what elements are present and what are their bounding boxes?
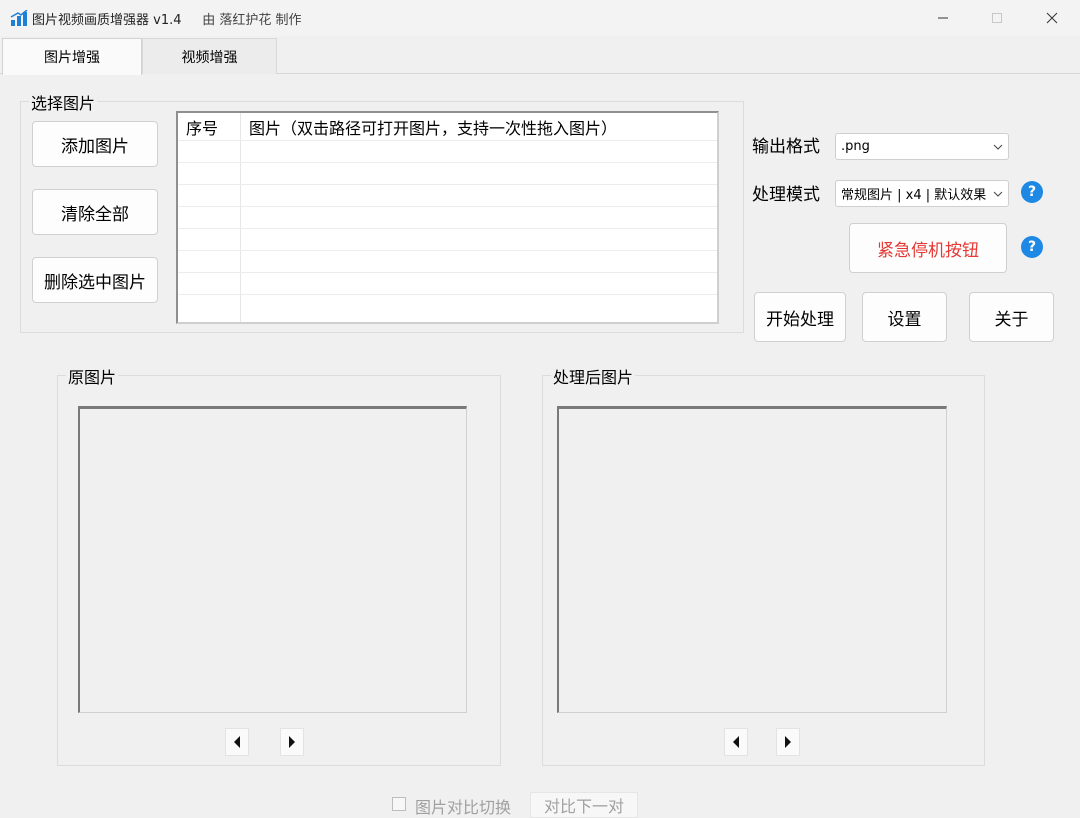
maximize-button[interactable] — [970, 0, 1024, 36]
app-icon — [10, 9, 28, 26]
maximize-icon — [992, 13, 1002, 23]
add-images-button[interactable]: 添加图片 — [32, 121, 158, 167]
original-prev-button[interactable] — [225, 728, 249, 756]
processing-mode-value: 常规图片 | x4 | 默认效果 — [841, 188, 987, 203]
emergency-stop-button[interactable]: 紧急停机按钮 — [849, 223, 1007, 273]
help-icon[interactable]: ? — [1021, 236, 1043, 258]
chevron-down-icon — [993, 181, 1003, 206]
table-row — [178, 162, 717, 163]
close-icon — [1046, 12, 1058, 24]
processing-mode-label: 处理模式 — [752, 185, 820, 205]
about-button[interactable]: 关于 — [969, 292, 1054, 342]
start-processing-button[interactable]: 开始处理 — [754, 292, 846, 342]
arrow-right-icon — [785, 736, 791, 748]
table-row — [178, 184, 717, 185]
table-row — [178, 206, 717, 207]
output-format-select[interactable]: .png — [835, 133, 1009, 160]
arrow-right-icon — [289, 736, 295, 748]
clear-all-button[interactable]: 清除全部 — [32, 189, 158, 235]
column-header-index[interactable]: 序号 — [186, 115, 218, 139]
output-format-value: .png — [841, 139, 870, 154]
processed-image-preview — [557, 406, 947, 713]
tab-video-enhance[interactable]: 视频增强 — [142, 38, 277, 74]
app-name: 图片视频画质增强器 v1.4 — [32, 13, 182, 28]
column-separator — [240, 113, 241, 322]
app-author: 由 落红护花 制作 — [202, 13, 302, 28]
chevron-down-icon — [993, 134, 1003, 159]
original-image-preview — [78, 406, 467, 713]
close-button[interactable] — [1025, 0, 1079, 36]
compare-toggle-checkbox[interactable] — [392, 797, 406, 811]
output-format-label: 输出格式 — [752, 137, 820, 157]
table-row — [178, 228, 717, 229]
original-next-button[interactable] — [280, 728, 304, 756]
table-row — [178, 250, 717, 251]
arrow-left-icon — [234, 736, 240, 748]
original-image-label: 原图片 — [66, 364, 119, 388]
compare-toggle-label: 图片对比切换 — [415, 798, 512, 817]
compare-next-pair-button[interactable]: 对比下一对 — [530, 792, 638, 818]
delete-selected-button[interactable]: 删除选中图片 — [32, 257, 158, 303]
column-header-image[interactable]: 图片（双击路径可打开图片，支持一次性拖入图片） — [249, 115, 617, 139]
minimize-icon — [938, 17, 948, 19]
window-title: 图片视频画质增强器 v1.4 由 落红护花 制作 — [32, 9, 301, 28]
settings-button[interactable]: 设置 — [862, 292, 947, 342]
minimize-button[interactable] — [916, 0, 970, 36]
select-images-label: 选择图片 — [29, 90, 98, 114]
processed-image-label: 处理后图片 — [551, 364, 636, 388]
image-list-table[interactable] — [176, 111, 719, 324]
processed-next-button[interactable] — [776, 728, 800, 756]
table-row — [178, 272, 717, 273]
processing-mode-select[interactable]: 常规图片 | x4 | 默认效果 — [835, 180, 1009, 207]
help-icon[interactable]: ? — [1021, 181, 1043, 203]
arrow-left-icon — [733, 736, 739, 748]
tab-image-enhance[interactable]: 图片增强 — [2, 38, 142, 75]
table-row — [178, 294, 717, 295]
processed-prev-button[interactable] — [724, 728, 748, 756]
table-row — [178, 140, 717, 141]
